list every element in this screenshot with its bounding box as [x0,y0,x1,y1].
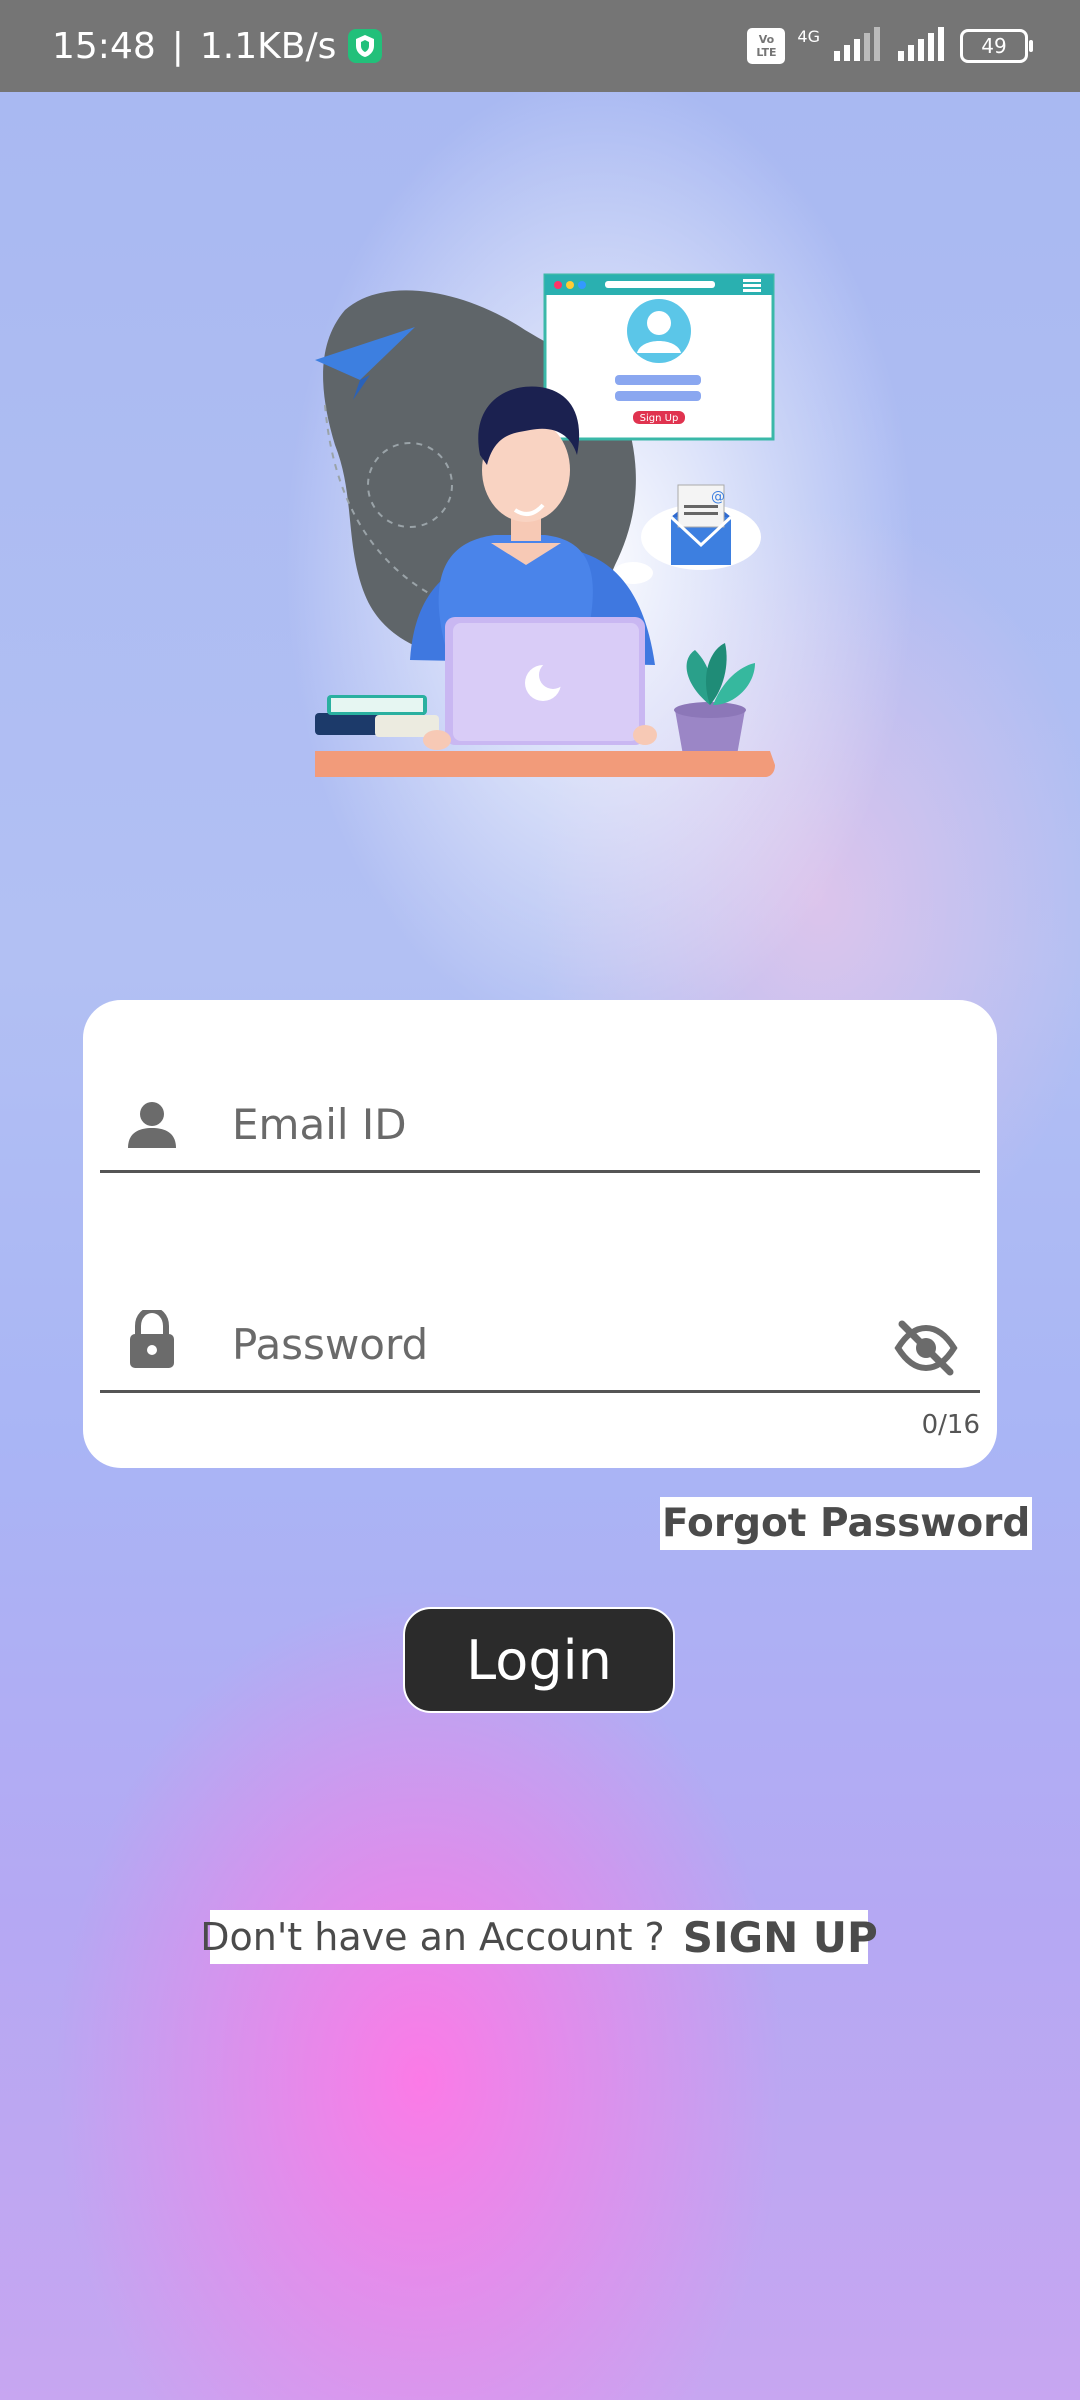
email-input[interactable] [230,1088,834,1160]
signup-link[interactable]: SIGN UP [683,1913,878,1962]
plant-graphic [674,643,755,755]
status-left: 15:48 | 1.1KB/s [52,0,383,92]
password-input[interactable] [230,1308,834,1380]
status-time: 15:48 [52,25,156,67]
svg-text:@: @ [711,489,725,505]
laptop-graphic [445,617,645,745]
status-net-speed: 1.1KB/s [199,25,337,67]
email-field-container[interactable] [100,1050,980,1173]
shield-icon [348,29,383,63]
signal-icon [832,27,884,65]
login-illustration: Sign Up @ [305,265,785,790]
network-type: 4G [797,26,820,46]
volte-bottom: LTE [756,46,777,59]
person-icon [128,1100,176,1154]
login-card: 0/16 [83,1000,997,1468]
volte-top: Vo [758,33,775,46]
eye-off-icon[interactable] [894,1320,958,1376]
signup-row: Don't have an Account ? SIGN UP [200,1910,878,1964]
login-button[interactable]: Login [403,1607,675,1713]
lock-icon [128,1306,176,1374]
status-separator: | [171,25,184,67]
email-envelope-icon: @ [641,484,761,570]
forgot-password-link[interactable]: Forgot Password [660,1497,1033,1550]
battery-icon: 49 [960,29,1033,63]
no-account-text: Don't have an Account ? [200,1915,665,1959]
browser-window-graphic: Sign Up [543,273,775,441]
status-right: Vo LTE 4G 49 [747,0,1033,92]
status-bar: 15:48 | 1.1KB/s Vo LTE 4G 49 [0,0,1080,92]
password-field-container[interactable] [100,1270,980,1393]
browser-signup-label: Sign Up [640,413,679,424]
books-graphic [315,695,439,737]
signal-icon-2 [896,27,948,65]
password-char-counter: 0/16 [921,1410,980,1440]
battery-level: 49 [981,34,1007,58]
volte-icon: Vo LTE [747,28,786,64]
